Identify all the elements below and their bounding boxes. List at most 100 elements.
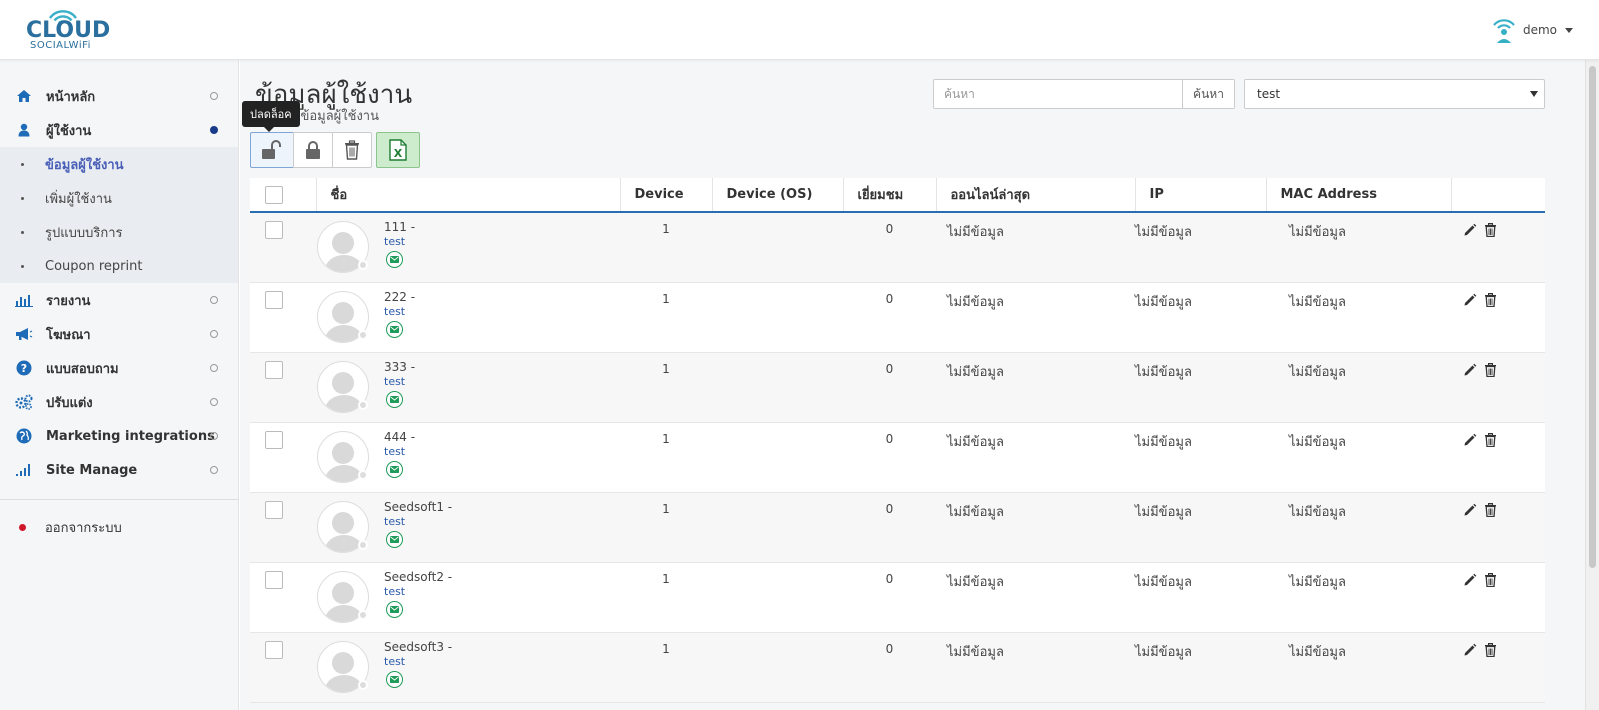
- sidebar-item-label: Marketing integrations: [46, 428, 215, 444]
- last-online: ไม่มีข้อมูล: [947, 645, 1004, 660]
- delete-row-icon[interactable]: [1484, 643, 1497, 661]
- delete-row-icon[interactable]: [1484, 223, 1497, 241]
- last-online: ไม่มีข้อมูล: [947, 295, 1004, 310]
- user-name: 333 -: [384, 360, 416, 374]
- user-group-link[interactable]: test: [384, 305, 405, 318]
- sidebar-item-users[interactable]: ผู้ใช้งาน: [0, 113, 238, 147]
- device-count: 1: [662, 292, 670, 306]
- question-icon: ?: [14, 358, 34, 378]
- column-header-visits[interactable]: เยี่ยมชม: [843, 178, 937, 212]
- edit-icon[interactable]: [1463, 363, 1477, 381]
- table-row: Seedsoft1 - test 1 0 ไม่มีข้อมูล ไม่มีข้…: [250, 492, 1545, 563]
- sidebar-item-reports[interactable]: รายงาน: [0, 283, 238, 317]
- email-icon[interactable]: [386, 391, 403, 408]
- ip-address: ไม่มีข้อมูล: [1135, 645, 1192, 660]
- sidebar-item-settings[interactable]: ปรับแต่ง: [0, 385, 238, 419]
- site-select[interactable]: test: [1244, 79, 1545, 109]
- column-header-mac[interactable]: MAC Address: [1266, 178, 1452, 212]
- export-excel-button[interactable]: X: [376, 132, 420, 168]
- delete-row-icon[interactable]: [1484, 573, 1497, 591]
- nav-indicator: [210, 432, 218, 440]
- edit-icon[interactable]: [1463, 573, 1477, 591]
- svg-text:?: ?: [21, 362, 27, 375]
- email-icon[interactable]: [386, 321, 403, 338]
- unlock-button[interactable]: [250, 132, 294, 168]
- user-wifi-avatar-icon: [1493, 19, 1515, 43]
- top-header: CLOUD SOCIALWiFi demo: [0, 0, 1599, 60]
- sidebar-item-marketing[interactable]: Marketing integrations: [0, 419, 238, 453]
- select-all-header: [250, 178, 317, 212]
- delete-row-icon[interactable]: [1484, 363, 1497, 381]
- visit-count: 0: [885, 222, 894, 236]
- excel-icon: X: [389, 139, 407, 161]
- row-checkbox[interactable]: [265, 291, 283, 309]
- status-dot: [358, 680, 368, 690]
- email-icon[interactable]: [386, 601, 403, 618]
- ip-address: ไม่มีข้อมูล: [1135, 505, 1192, 520]
- submenu-item-user-info[interactable]: ข้อมูลผู้ใช้งาน: [0, 147, 238, 181]
- table-row: 222 - test 1 0 ไม่มีข้อมูล ไม่มีข้อมูล ไ…: [250, 283, 1545, 353]
- sidebar-item-survey[interactable]: ? แบบสอบถาม: [0, 351, 238, 385]
- sidebar-item-site-manage[interactable]: Site Manage: [0, 453, 238, 487]
- delete-row-icon[interactable]: [1484, 503, 1497, 521]
- submenu-item-coupon-reprint[interactable]: Coupon reprint: [0, 249, 238, 283]
- row-checkbox[interactable]: [265, 431, 283, 449]
- column-header-last-online[interactable]: ออนไลน์ล่าสุด: [936, 178, 1136, 212]
- edit-icon[interactable]: [1463, 643, 1477, 661]
- row-checkbox[interactable]: [265, 571, 283, 589]
- column-header-device-os[interactable]: Device (OS): [712, 178, 844, 212]
- search-input[interactable]: [934, 80, 1182, 108]
- user-group-link[interactable]: test: [384, 655, 405, 668]
- edit-icon[interactable]: [1463, 503, 1477, 521]
- email-icon[interactable]: [386, 671, 403, 688]
- user-group-link[interactable]: test: [384, 515, 405, 528]
- user-group-link[interactable]: test: [384, 445, 405, 458]
- scrollbar-thumb[interactable]: [1589, 66, 1596, 568]
- row-checkbox[interactable]: [265, 221, 283, 239]
- email-icon[interactable]: [386, 251, 403, 268]
- row-select-cell: [250, 353, 316, 423]
- row-actions: [1451, 633, 1545, 703]
- logout-label: ออกจากระบบ: [45, 520, 122, 536]
- table-row: 333 - test 1 0 ไม่มีข้อมูล ไม่มีข้อมูล ไ…: [250, 352, 1545, 423]
- sidebar-item-ads[interactable]: โฆษณา: [0, 317, 238, 351]
- action-toolbar: X: [250, 132, 420, 168]
- row-select-cell: [250, 493, 316, 563]
- sidebar-divider: [0, 499, 238, 500]
- sidebar-item-home[interactable]: หน้าหลัก: [0, 79, 238, 113]
- user-name: Seedsoft3 -: [384, 640, 453, 654]
- submenu-item-add-user[interactable]: เพิ่มผู้ใช้งาน: [0, 181, 238, 215]
- email-icon[interactable]: [386, 461, 403, 478]
- column-header-name[interactable]: ชื่อ: [316, 178, 621, 212]
- submenu-item-service-plan[interactable]: รูปแบบบริการ: [0, 215, 238, 249]
- edit-icon[interactable]: [1463, 293, 1477, 311]
- logout-link[interactable]: ออกจากระบบ: [0, 510, 238, 544]
- user-menu[interactable]: demo: [1491, 14, 1573, 46]
- bar-chart-icon: [14, 290, 34, 310]
- delete-row-icon[interactable]: [1484, 293, 1497, 311]
- column-header-ip[interactable]: IP: [1135, 178, 1267, 212]
- sidebar-item-label: Site Manage: [46, 462, 138, 478]
- last-online: ไม่มีข้อมูล: [947, 365, 1004, 380]
- status-dot: [358, 330, 368, 340]
- device-os: [712, 493, 843, 563]
- edit-icon[interactable]: [1463, 433, 1477, 451]
- row-checkbox[interactable]: [265, 641, 283, 659]
- lock-button[interactable]: [293, 132, 333, 168]
- user-group-link[interactable]: test: [384, 585, 405, 598]
- row-select-cell: [250, 633, 316, 703]
- row-checkbox[interactable]: [265, 361, 283, 379]
- delete-button[interactable]: [332, 132, 372, 168]
- search-group: ค้นหา: [933, 79, 1235, 109]
- user-group-link[interactable]: test: [384, 375, 405, 388]
- search-button[interactable]: ค้นหา: [1182, 80, 1234, 108]
- page-scrollbar[interactable]: [1585, 60, 1599, 710]
- edit-icon[interactable]: [1463, 223, 1477, 241]
- user-group-link[interactable]: test: [384, 235, 405, 248]
- delete-row-icon[interactable]: [1484, 433, 1497, 451]
- row-checkbox[interactable]: [265, 501, 283, 519]
- email-icon[interactable]: [386, 531, 403, 548]
- select-all-checkbox[interactable]: [265, 185, 283, 204]
- column-header-device[interactable]: Device: [620, 178, 713, 212]
- cloud-socialwifi-logo[interactable]: CLOUD SOCIALWiFi: [26, 6, 110, 54]
